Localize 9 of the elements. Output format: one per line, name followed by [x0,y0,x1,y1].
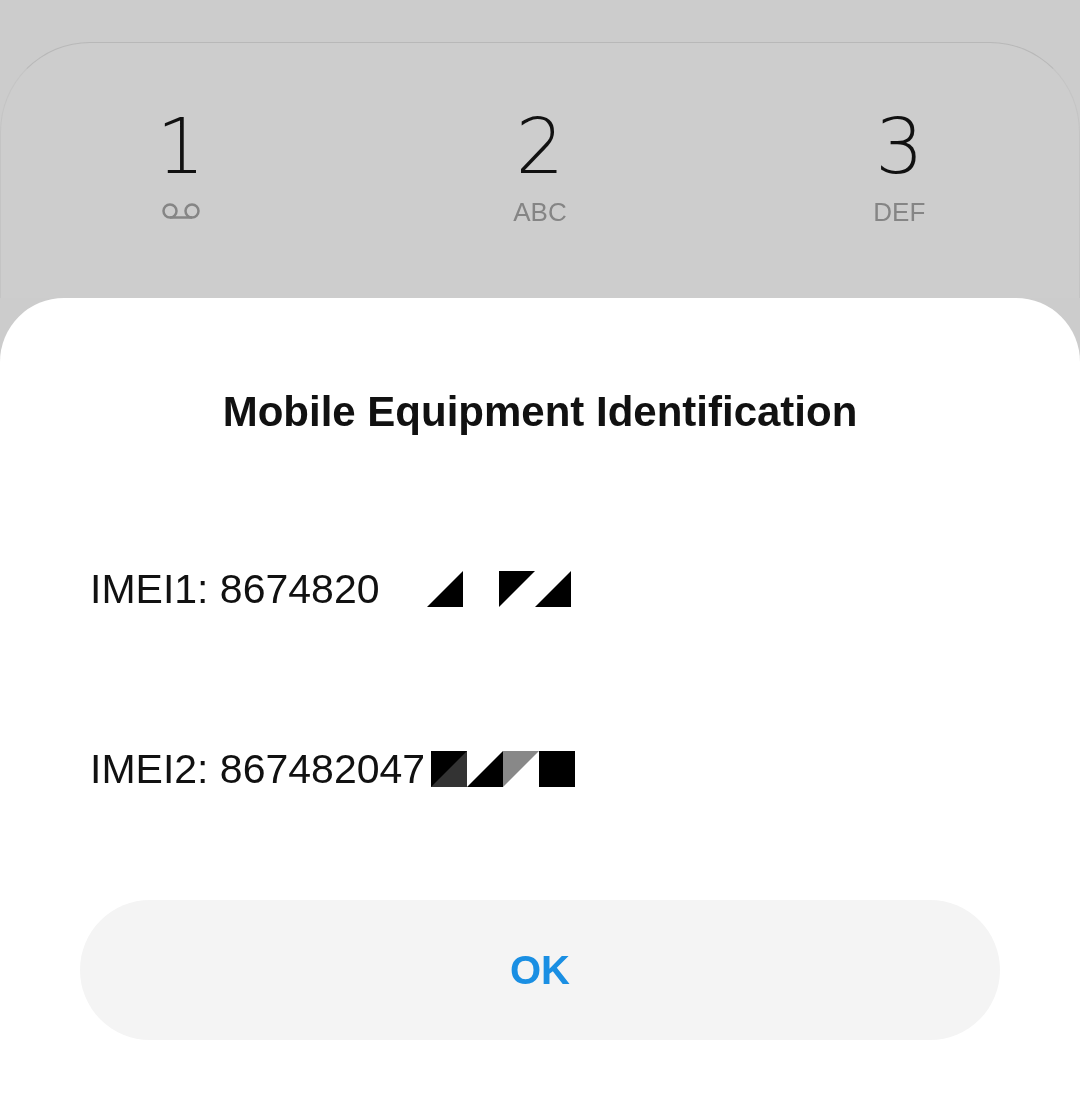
dial-key-letters: ABC [513,197,567,227]
dial-key-digit[interactable]: 3 [875,103,924,191]
imei-text: IMEI1: 8674820 [90,565,380,613]
dial-key-digit[interactable]: 2 [515,103,565,191]
dialog-title: Mobile Equipment Identification [221,387,859,437]
voicemail-icon [160,203,201,221]
dial-key-digit[interactable]: 1 [156,103,205,191]
dial-key-letters: DEF [873,197,926,227]
imei-text: IMEI2: 867482047 [90,745,426,793]
